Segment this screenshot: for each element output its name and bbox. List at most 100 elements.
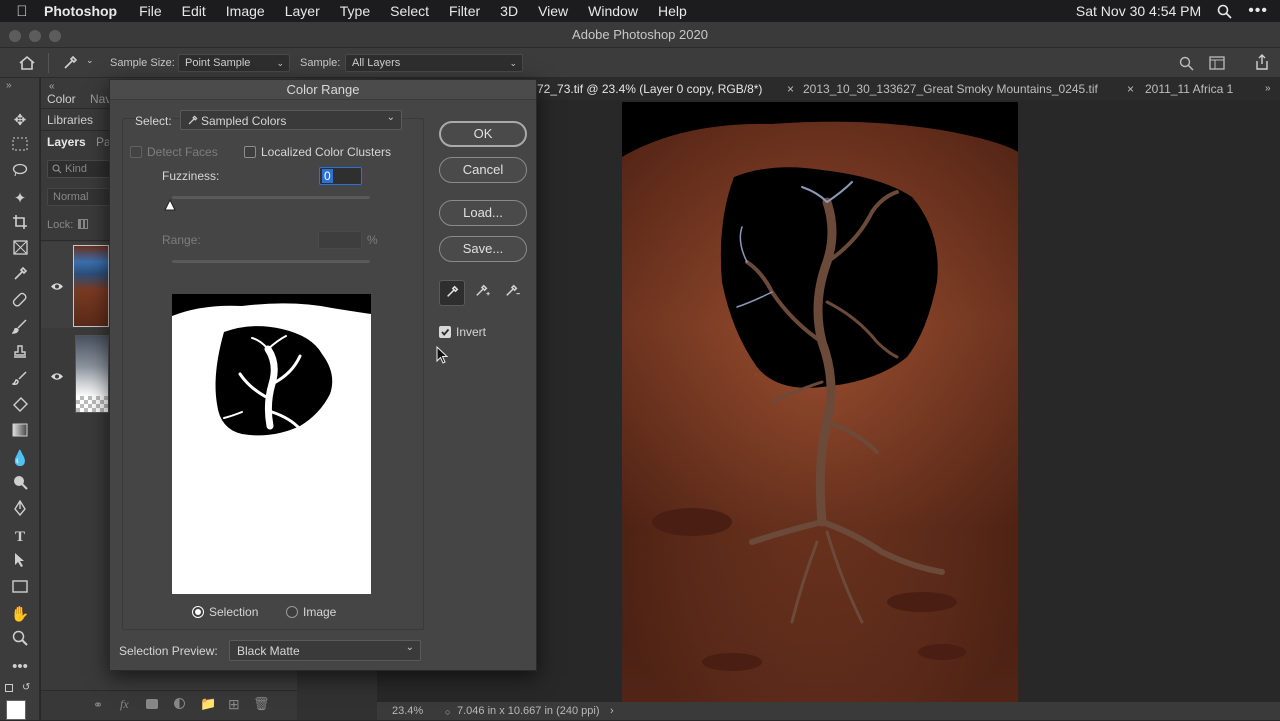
menu-filter[interactable]: Filter — [449, 3, 480, 19]
blur-tool-icon[interactable]: 💧 — [8, 448, 32, 470]
lock-transparent-pixels-icon[interactable] — [78, 219, 88, 229]
radio-image[interactable] — [286, 606, 298, 618]
frame-tool-icon[interactable] — [8, 240, 32, 262]
menu-layer[interactable]: Layer — [285, 3, 320, 19]
search-icon[interactable] — [1179, 56, 1194, 71]
close-tab-icon[interactable]: × — [1127, 78, 1134, 100]
fuzziness-input[interactable]: 0 — [319, 167, 362, 185]
menu-edit[interactable]: Edit — [182, 3, 206, 19]
fuzziness-slider-track[interactable] — [172, 196, 370, 199]
eyedropper-sample-icon[interactable] — [439, 280, 465, 306]
eraser-tool-icon[interactable] — [8, 396, 32, 418]
lasso-tool-icon[interactable] — [8, 162, 32, 184]
link-layers-icon[interactable]: ⚭ — [93, 698, 103, 712]
ok-button[interactable]: OK — [439, 121, 527, 147]
eyedropper-subtract-icon[interactable] — [499, 280, 525, 306]
close-tab-icon[interactable]: × — [787, 78, 794, 100]
save-button[interactable]: Save... — [439, 236, 527, 262]
swap-colors-icon[interactable]: ↺ — [22, 682, 30, 693]
doc-tab[interactable]: 2011_11 Africa 1 — [1145, 78, 1233, 100]
default-colors-icon[interactable] — [5, 684, 13, 692]
sample-select[interactable]: All Layers ⌄ — [345, 54, 523, 72]
healing-brush-tool-icon[interactable] — [8, 292, 32, 314]
menu-help[interactable]: Help — [658, 3, 687, 19]
selection-preview-select[interactable]: Black Matte ⌄ — [229, 640, 421, 661]
more-menu-icon[interactable]: ••• — [1248, 2, 1268, 20]
detect-faces-checkbox[interactable] — [130, 146, 142, 158]
load-button[interactable]: Load... — [439, 200, 527, 226]
brush-tool-icon[interactable] — [8, 318, 32, 340]
history-brush-tool-icon[interactable] — [8, 370, 32, 392]
clock[interactable]: Sat Nov 30 4:54 PM — [1076, 3, 1201, 19]
eyedropper-tool-icon[interactable] — [8, 266, 32, 288]
status-menu-arrow-icon[interactable]: › — [610, 702, 614, 720]
adjustment-layer-icon[interactable] — [174, 698, 185, 709]
hand-tool-icon[interactable]: ✋ — [8, 604, 32, 626]
path-selection-tool-icon[interactable] — [8, 552, 32, 574]
clone-stamp-tool-icon[interactable] — [8, 344, 32, 366]
edit-toolbar-icon[interactable]: ••• — [8, 656, 32, 678]
crop-tool-icon[interactable] — [8, 214, 32, 236]
fuzziness-slider-handle[interactable] — [164, 199, 176, 211]
dodge-tool-icon[interactable] — [8, 474, 32, 496]
move-tool-icon[interactable]: ✥ — [8, 110, 32, 132]
share-icon[interactable] — [1254, 54, 1270, 71]
doc-tab[interactable]: 2013_10_30_133627_Great Smoky Mountains_… — [803, 78, 1098, 100]
blend-mode-select[interactable]: Normal — [47, 188, 117, 206]
range-input[interactable] — [318, 231, 362, 249]
layer-row[interactable] — [41, 330, 109, 416]
menu-app-name[interactable]: Photoshop — [44, 3, 117, 19]
doc-tab-active[interactable]: 72_73.tif @ 23.4% (Layer 0 copy, RGB/8*) — [537, 78, 762, 100]
eyedropper-add-icon[interactable] — [469, 280, 495, 306]
tab-color[interactable]: Color — [47, 92, 76, 106]
home-icon[interactable] — [18, 55, 36, 71]
localized-clusters-checkbox[interactable] — [244, 146, 256, 158]
zoom-tool-icon[interactable] — [8, 630, 32, 652]
delete-layer-icon[interactable]: 🗑 — [253, 696, 270, 712]
gradient-tool-icon[interactable] — [8, 422, 32, 444]
menu-type[interactable]: Type — [340, 3, 370, 19]
layer-row[interactable] — [41, 242, 109, 328]
minimize-window-button[interactable] — [29, 30, 41, 42]
menu-select[interactable]: Select — [390, 3, 429, 19]
pen-tool-icon[interactable] — [8, 499, 32, 522]
selection-preview-image[interactable] — [172, 294, 371, 594]
tab-libraries[interactable]: Libraries — [47, 113, 93, 127]
close-window-button[interactable] — [9, 30, 21, 42]
tool-preset-chevron-icon[interactable]: ⌄ — [86, 55, 94, 66]
spotlight-search-icon[interactable] — [1217, 4, 1232, 19]
collapse-panel-icon[interactable]: » — [6, 80, 12, 91]
zoom-window-button[interactable] — [49, 30, 61, 42]
menu-3d[interactable]: 3D — [500, 3, 518, 19]
tools-panel: » ✥ ✦ 💧 T ✋ ••• ↺ — [0, 78, 40, 720]
select-dropdown[interactable]: Sampled Colors ⌄ — [180, 110, 402, 130]
more-tabs-icon[interactable]: » — [1265, 78, 1271, 100]
apple-icon[interactable]:  — [0, 3, 44, 20]
layer-style-icon[interactable]: fx — [120, 697, 129, 712]
new-group-icon[interactable]: 📁 — [200, 696, 216, 712]
menu-file[interactable]: File — [139, 3, 162, 19]
menu-window[interactable]: Window — [588, 3, 638, 19]
marquee-tool-icon[interactable] — [8, 136, 32, 158]
layer-mask-icon[interactable] — [146, 699, 158, 709]
menu-image[interactable]: Image — [226, 3, 265, 19]
radio-selection[interactable] — [192, 606, 204, 618]
menu-view[interactable]: View — [538, 3, 568, 19]
document-image[interactable] — [622, 102, 1018, 702]
visibility-eye-icon[interactable] — [50, 372, 64, 381]
collapse-panels-icon[interactable]: « — [49, 81, 55, 92]
invert-checkbox[interactable] — [439, 326, 451, 338]
workspace-icon[interactable] — [1209, 56, 1225, 70]
cancel-button[interactable]: Cancel — [439, 157, 527, 183]
sample-size-select[interactable]: Point Sample ⌄ — [178, 54, 290, 72]
layer-filter-input[interactable]: Kind — [47, 160, 117, 178]
foreground-color-swatch[interactable] — [6, 700, 26, 720]
zoom-level[interactable]: 23.4% — [392, 702, 423, 720]
new-layer-icon[interactable]: ⊞ — [228, 696, 240, 713]
tab-layers[interactable]: Layers — [47, 135, 86, 149]
rectangle-tool-icon[interactable] — [8, 578, 32, 600]
type-tool-icon[interactable]: T — [8, 526, 32, 548]
eyedropper-tool-icon[interactable] — [62, 55, 78, 71]
magic-wand-tool-icon[interactable]: ✦ — [8, 188, 32, 210]
visibility-eye-icon[interactable] — [50, 282, 64, 291]
